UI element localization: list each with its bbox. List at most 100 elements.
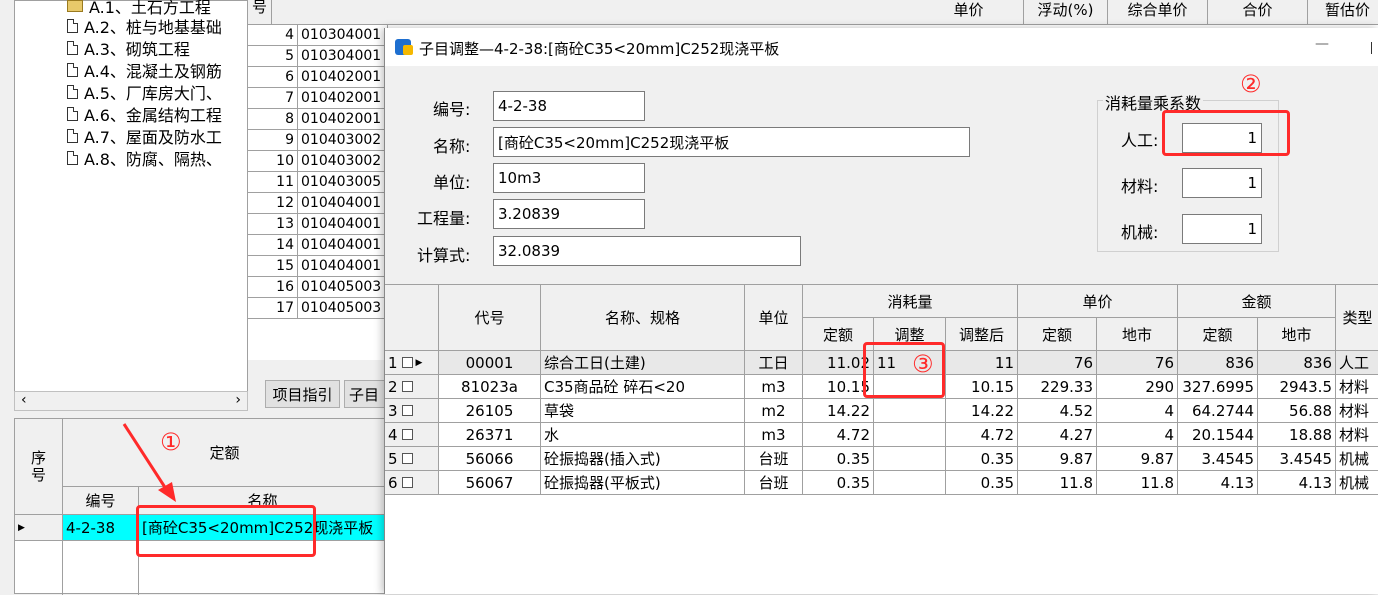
table-row-seq[interactable]: 17 <box>248 298 298 319</box>
cell-type[interactable]: 材料 <box>1336 375 1378 399</box>
cell-type[interactable]: 机械 <box>1336 447 1378 471</box>
table-row-seq[interactable]: 11 <box>248 172 298 193</box>
table-row-seq[interactable]: 14 <box>248 235 298 256</box>
material-coef-field[interactable]: 1 <box>1182 168 1262 198</box>
table-row-seq[interactable]: 16 <box>248 277 298 298</box>
tab-subitem[interactable]: 子目 <box>344 380 386 408</box>
cell-amount-quota[interactable]: 64.2744 <box>1178 399 1258 423</box>
table-row-seq[interactable]: 4 <box>248 25 298 46</box>
cell-code[interactable]: 26371 <box>439 423 541 447</box>
cell-price-market[interactable]: 11.8 <box>1097 471 1178 495</box>
table-row-seq[interactable]: 6 <box>248 67 298 88</box>
scroll-right-icon[interactable]: › <box>235 392 241 408</box>
cell-price-market[interactable]: 290 <box>1097 375 1178 399</box>
cell-amount-market[interactable]: 2943.5 <box>1258 375 1336 399</box>
row-checkbox[interactable] <box>401 381 413 392</box>
table-row-code[interactable]: 010404001 <box>298 256 388 277</box>
cell-adjusted[interactable]: 0.35 <box>946 471 1018 495</box>
table-row-seq[interactable]: 10 <box>248 151 298 172</box>
table-row-code[interactable]: 010402001 <box>298 88 388 109</box>
row-index[interactable]: 1 ▶ <box>385 351 439 375</box>
table-row-code[interactable]: 010405003 <box>298 298 388 319</box>
table-row-seq[interactable]: 9 <box>248 130 298 151</box>
tree-item[interactable]: A.8、防腐、隔热、 <box>67 147 222 169</box>
cell-adjust[interactable] <box>874 423 946 447</box>
cell-type[interactable]: 人工 <box>1336 351 1378 375</box>
tree-item[interactable]: A.6、金属结构工程 <box>67 103 222 125</box>
cell-quota[interactable]: 4.72 <box>803 423 874 447</box>
table-row-code[interactable]: 010402001 <box>298 109 388 130</box>
cell-price-quota[interactable]: 4.52 <box>1018 399 1097 423</box>
row-index[interactable]: 3 <box>385 399 439 423</box>
cell-amount-quota[interactable]: 327.6995 <box>1178 375 1258 399</box>
row-indicator[interactable]: ▶ <box>15 515 63 541</box>
unit-field[interactable]: 10m3 <box>493 163 645 193</box>
cell-adjust[interactable] <box>874 447 946 471</box>
cell-unit[interactable]: m3 <box>745 423 803 447</box>
table-row-code[interactable]: 010403002 <box>298 130 388 151</box>
cell-name[interactable]: C35商品砼 碎石<20 <box>541 375 745 399</box>
cell-price-market[interactable]: 4 <box>1097 399 1178 423</box>
cell-adjusted[interactable]: 0.35 <box>946 447 1018 471</box>
cell-adjust[interactable] <box>874 471 946 495</box>
table-row-seq[interactable]: 15 <box>248 256 298 277</box>
cell-price-quota[interactable]: 11.8 <box>1018 471 1097 495</box>
tree-item[interactable]: A.2、桩与地基基础 <box>67 15 222 37</box>
maximize-icon[interactable] <box>1371 42 1378 54</box>
cell-price-quota[interactable]: 76 <box>1018 351 1097 375</box>
tab-project-guide[interactable]: 项目指引 <box>265 380 340 408</box>
cell-adjusted[interactable]: 14.22 <box>946 399 1018 423</box>
cell-amount-quota[interactable]: 20.1544 <box>1178 423 1258 447</box>
cell-unit[interactable]: m3 <box>745 375 803 399</box>
table-row-code[interactable]: 010404001 <box>298 214 388 235</box>
cell-price-quota[interactable]: 229.33 <box>1018 375 1097 399</box>
cell-amount-market[interactable]: 3.4545 <box>1258 447 1336 471</box>
cell-price-market[interactable]: 9.87 <box>1097 447 1178 471</box>
cell-unit[interactable]: 工日 <box>745 351 803 375</box>
cell-price-quota[interactable]: 4.27 <box>1018 423 1097 447</box>
minimize-button[interactable]: — <box>1315 36 1329 52</box>
table-row-code[interactable]: 010403002 <box>298 151 388 172</box>
table-row-seq[interactable]: 12 <box>248 193 298 214</box>
table-row-seq[interactable]: 8 <box>248 109 298 130</box>
row-index[interactable]: 4 <box>385 423 439 447</box>
table-row-code[interactable]: 010404001 <box>298 193 388 214</box>
tree-item[interactable]: A.7、屋面及防水工 <box>67 125 222 147</box>
tree-item[interactable]: A.3、砌筑工程 <box>67 37 190 59</box>
code-field[interactable]: 4-2-38 <box>493 91 645 121</box>
cell-price-market[interactable]: 76 <box>1097 351 1178 375</box>
cell-name[interactable]: 草袋 <box>541 399 745 423</box>
row-index[interactable]: 6 <box>385 471 439 495</box>
cell-unit[interactable]: m2 <box>745 399 803 423</box>
row-index[interactable]: 2 <box>385 375 439 399</box>
cell-unit[interactable]: 台班 <box>745 447 803 471</box>
cell-type[interactable]: 材料 <box>1336 399 1378 423</box>
row-checkbox[interactable] <box>401 405 413 416</box>
cell-amount-quota[interactable]: 3.4545 <box>1178 447 1258 471</box>
cell-unit[interactable]: 台班 <box>745 471 803 495</box>
table-row-code[interactable]: 010405003 <box>298 277 388 298</box>
table-row-code[interactable]: 010402001 <box>298 67 388 88</box>
cell-amount-market[interactable]: 836 <box>1258 351 1336 375</box>
cell-adjusted[interactable]: 10.15 <box>946 375 1018 399</box>
quantity-field[interactable]: 3.20839 <box>493 199 645 229</box>
cell-type[interactable]: 机械 <box>1336 471 1378 495</box>
tree-item[interactable]: A.4、混凝土及钢筋 <box>67 59 222 81</box>
tree-scrollbar[interactable]: ‹ › <box>14 391 248 411</box>
cell-price-market[interactable]: 4 <box>1097 423 1178 447</box>
cell-name[interactable]: 砼振捣器(平板式) <box>541 471 745 495</box>
name-field[interactable]: [商砼C35<20mm]C252现浇平板 <box>493 127 970 157</box>
row-checkbox[interactable] <box>401 477 413 488</box>
cell-type[interactable]: 材料 <box>1336 423 1378 447</box>
cell-amount-quota[interactable]: 836 <box>1178 351 1258 375</box>
formula-field[interactable]: 32.0839 <box>493 236 801 266</box>
table-row-code[interactable]: 010304001 <box>298 46 388 67</box>
table-row-seq[interactable]: 5 <box>248 46 298 67</box>
cell-adjust[interactable] <box>874 399 946 423</box>
table-row-code[interactable]: 010403005 <box>298 172 388 193</box>
cell-name[interactable]: 综合工日(土建) <box>541 351 745 375</box>
table-row-seq[interactable]: 13 <box>248 214 298 235</box>
cell-amount-market[interactable]: 56.88 <box>1258 399 1336 423</box>
cell-code[interactable]: 00001 <box>439 351 541 375</box>
cell-code[interactable]: 26105 <box>439 399 541 423</box>
